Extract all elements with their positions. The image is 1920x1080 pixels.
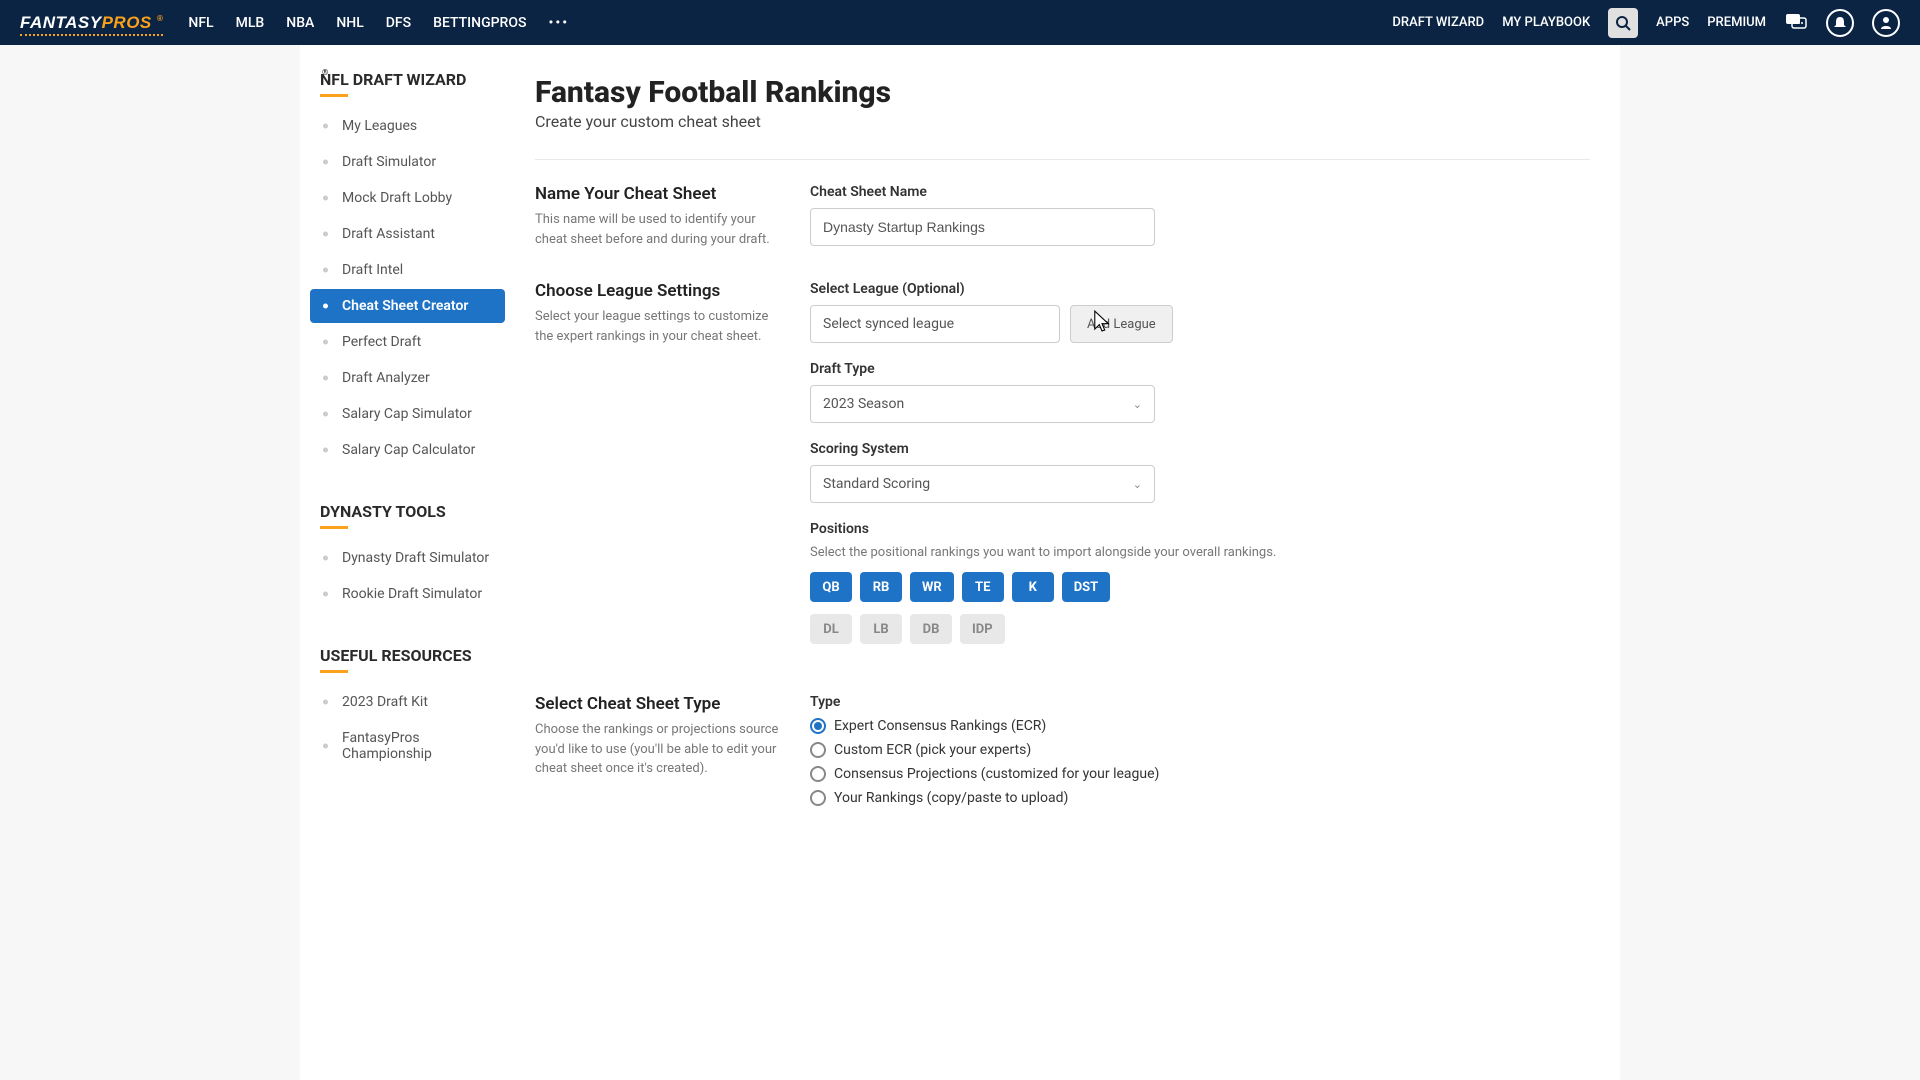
position-toggle-te[interactable]: TE bbox=[962, 572, 1004, 602]
position-toggle-lb[interactable]: LB bbox=[860, 614, 902, 644]
scoring-select[interactable]: Standard Scoring ⌄ bbox=[810, 465, 1155, 503]
position-toggle-dl[interactable]: DL bbox=[810, 614, 852, 644]
nav-left: NFL MLB NBA NHL DFS BETTINGPROS ••• bbox=[188, 15, 569, 31]
type-section: Select Cheat Sheet Type Choose the ranki… bbox=[535, 694, 1590, 814]
draft-type-value: 2023 Season bbox=[823, 396, 904, 412]
draft-type-select[interactable]: 2023 Season ⌄ bbox=[810, 385, 1155, 423]
chevron-down-icon: ⌄ bbox=[1133, 478, 1142, 491]
sidebar-item[interactable]: Dynasty Draft Simulator bbox=[310, 541, 505, 575]
sidebar-item[interactable]: Draft Analyzer bbox=[310, 361, 505, 395]
chevron-down-icon: ⌄ bbox=[1133, 398, 1142, 411]
position-toggle-rb[interactable]: RB bbox=[860, 572, 902, 602]
sidebar-item[interactable]: FantasyPros Championship bbox=[310, 721, 505, 771]
league-section: Choose League Settings Select your leagu… bbox=[535, 281, 1590, 662]
name-section: Name Your Cheat Sheet This name will be … bbox=[535, 184, 1590, 249]
draft-type-label: Draft Type bbox=[810, 361, 1440, 377]
type-radio-group: Expert Consensus Rankings (ECR) Custom EC… bbox=[810, 718, 1440, 806]
main-content: Fantasy Football Rankings Create your cu… bbox=[515, 45, 1620, 1080]
sidebar-item[interactable]: My Leagues bbox=[310, 109, 505, 143]
type-desc: Choose the rankings or projections sourc… bbox=[535, 720, 780, 779]
sidebar-item[interactable]: Mock Draft Lobby bbox=[310, 181, 505, 215]
type-heading: Select Cheat Sheet Type bbox=[535, 694, 780, 714]
radio-icon bbox=[810, 766, 826, 782]
page-container: NFL DRAFT WIZARD My LeaguesDraft Simulato… bbox=[300, 45, 1620, 1080]
sidebar-item[interactable]: Draft Assistant bbox=[310, 217, 505, 251]
league-desc: Select your league settings to customize… bbox=[535, 307, 780, 346]
league-select-placeholder: Select synced league bbox=[823, 316, 954, 332]
positions-row-1: QB RB WR TE K DST bbox=[810, 572, 1440, 602]
sidebar-item[interactable]: 2023 Draft Kit bbox=[310, 685, 505, 719]
sidebar-item[interactable]: Draft Intel bbox=[310, 253, 505, 287]
brand-logo[interactable]: FANTASYPROS bbox=[20, 13, 163, 33]
radio-label: Consensus Projections (customized for yo… bbox=[834, 766, 1159, 782]
nav-mlb[interactable]: MLB bbox=[236, 15, 265, 31]
search-button[interactable] bbox=[1608, 8, 1638, 38]
top-navbar: FANTASYPROS NFL MLB NBA NHL DFS BETTINGP… bbox=[0, 0, 1920, 45]
positions-label: Positions bbox=[810, 521, 1440, 537]
sidebar-item[interactable]: Salary Cap Simulator bbox=[310, 397, 505, 431]
sidebar-item[interactable]: Rookie Draft Simulator bbox=[310, 577, 505, 611]
page-subtitle: Create your custom cheat sheet bbox=[535, 112, 1590, 131]
nav-premium[interactable]: PREMIUM bbox=[1707, 15, 1766, 30]
league-heading: Choose League Settings bbox=[535, 281, 780, 301]
add-league-button[interactable]: Add League bbox=[1070, 305, 1173, 343]
radio-label: Expert Consensus Rankings (ECR) bbox=[834, 718, 1046, 734]
brand-part2: PROS bbox=[102, 13, 152, 32]
radio-icon bbox=[810, 742, 826, 758]
select-league-label: Select League (Optional) bbox=[810, 281, 1440, 297]
nav-apps[interactable]: APPS bbox=[1656, 15, 1689, 30]
sidebar-group-title: USEFUL RESOURCES bbox=[300, 641, 515, 673]
cheat-sheet-name-input[interactable] bbox=[810, 208, 1155, 246]
chat-icon[interactable] bbox=[1784, 11, 1808, 35]
nav-draft-wizard[interactable]: DRAFT WIZARD bbox=[1392, 15, 1484, 30]
radio-icon bbox=[810, 790, 826, 806]
type-radio-option[interactable]: Custom ECR (pick your experts) bbox=[810, 742, 1440, 758]
nav-nba[interactable]: NBA bbox=[286, 15, 314, 31]
page-title: Fantasy Football Rankings bbox=[535, 75, 1590, 110]
position-toggle-db[interactable]: DB bbox=[910, 614, 952, 644]
radio-label: Custom ECR (pick your experts) bbox=[834, 742, 1031, 758]
position-toggle-dst[interactable]: DST bbox=[1062, 572, 1111, 602]
sidebar-group-title: DYNASTY TOOLS bbox=[300, 497, 515, 529]
positions-row-2: DL LB DB IDP bbox=[810, 614, 1440, 644]
sidebar-item[interactable]: Cheat Sheet Creator bbox=[310, 289, 505, 323]
sidebar: NFL DRAFT WIZARD My LeaguesDraft Simulato… bbox=[300, 45, 515, 1080]
notifications-icon[interactable] bbox=[1826, 9, 1854, 37]
account-icon[interactable] bbox=[1872, 9, 1900, 37]
divider bbox=[535, 159, 1590, 160]
position-toggle-qb[interactable]: QB bbox=[810, 572, 852, 602]
nav-nfl[interactable]: NFL bbox=[188, 15, 213, 31]
radio-icon bbox=[810, 718, 826, 734]
nav-right: DRAFT WIZARD MY PLAYBOOK APPS PREMIUM bbox=[1392, 8, 1900, 38]
search-icon bbox=[1615, 15, 1631, 31]
cheat-sheet-name-label: Cheat Sheet Name bbox=[810, 184, 1440, 200]
nav-nhl[interactable]: NHL bbox=[336, 15, 363, 31]
type-radio-option[interactable]: Expert Consensus Rankings (ECR) bbox=[810, 718, 1440, 734]
sidebar-item[interactable]: Draft Simulator bbox=[310, 145, 505, 179]
nav-more-icon[interactable]: ••• bbox=[548, 15, 569, 31]
nav-my-playbook[interactable]: MY PLAYBOOK bbox=[1502, 15, 1590, 30]
radio-label: Your Rankings (copy/paste to upload) bbox=[834, 790, 1068, 806]
positions-sublabel: Select the positional rankings you want … bbox=[810, 545, 1440, 560]
type-label: Type bbox=[810, 694, 1440, 710]
position-toggle-wr[interactable]: WR bbox=[910, 572, 954, 602]
type-radio-option[interactable]: Consensus Projections (customized for yo… bbox=[810, 766, 1440, 782]
sidebar-item[interactable]: Perfect Draft bbox=[310, 325, 505, 359]
type-radio-option[interactable]: Your Rankings (copy/paste to upload) bbox=[810, 790, 1440, 806]
brand-part1: FANTASY bbox=[20, 13, 102, 32]
position-toggle-k[interactable]: K bbox=[1012, 572, 1054, 602]
sidebar-item[interactable]: Salary Cap Calculator bbox=[310, 433, 505, 467]
name-heading: Name Your Cheat Sheet bbox=[535, 184, 780, 204]
scoring-label: Scoring System bbox=[810, 441, 1440, 457]
position-toggle-idp[interactable]: IDP bbox=[960, 614, 1005, 644]
nav-dfs[interactable]: DFS bbox=[386, 15, 411, 31]
league-select[interactable]: Select synced league bbox=[810, 305, 1060, 343]
nav-bettingpros[interactable]: BETTINGPROS bbox=[433, 15, 526, 31]
name-desc: This name will be used to identify your … bbox=[535, 210, 780, 249]
scoring-value: Standard Scoring bbox=[823, 476, 930, 492]
sidebar-group-title: NFL DRAFT WIZARD bbox=[300, 65, 515, 97]
